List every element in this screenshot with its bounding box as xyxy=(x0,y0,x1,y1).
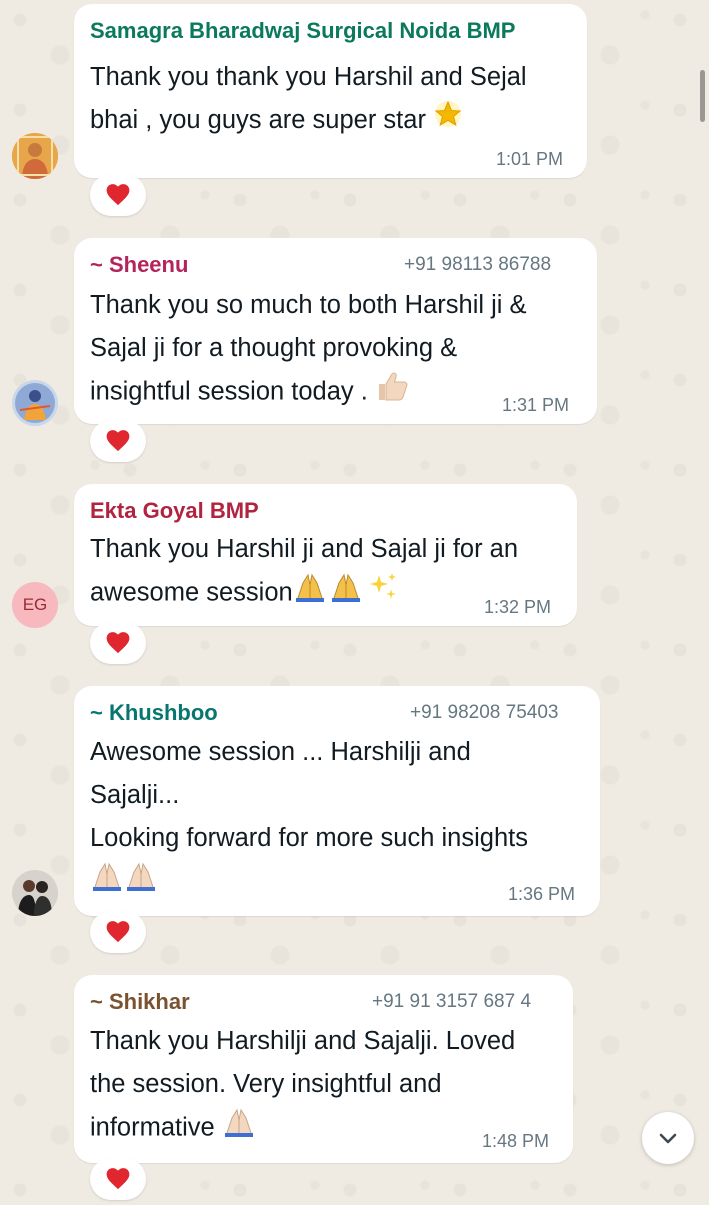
folded-hands-sparkles-icon xyxy=(293,571,403,617)
message-bubble[interactable]: ~ Sheenu +91 98113 86788 Thank you so mu… xyxy=(74,238,597,424)
reaction-badge[interactable] xyxy=(90,911,146,953)
message-line: Thank you Harshilji and Sajalji. Loved xyxy=(90,1027,516,1055)
message-line: Sajalji... xyxy=(90,781,180,809)
message-line: Sajal ji for a thought provoking & xyxy=(90,334,458,362)
message-line: Awesome session ... Harshilji and xyxy=(90,738,471,766)
red-heart-icon xyxy=(106,1168,130,1190)
message-timestamp: 1:48 PM xyxy=(482,1131,550,1151)
red-heart-icon xyxy=(106,430,130,452)
message-line: informative xyxy=(90,1106,258,1152)
folded-hands-icon xyxy=(222,1106,258,1152)
sender-avatar[interactable] xyxy=(12,870,58,916)
sender-phone: +91 98208 75403 xyxy=(410,702,559,723)
folded-hands-icon xyxy=(90,860,160,906)
message-bubble[interactable]: Ekta Goyal BMP Thank you Harshil ji and … xyxy=(74,484,577,626)
message-line: Thank you thank you Harshil and Sejal xyxy=(90,63,527,91)
reaction-badge[interactable] xyxy=(90,622,146,664)
message-bubble[interactable]: ~ Khushboo +91 98208 75403 Awesome sessi… xyxy=(74,686,600,916)
red-heart-icon xyxy=(106,921,130,943)
scroll-to-bottom-button[interactable] xyxy=(642,1112,694,1164)
message-line: Looking forward for more such insights xyxy=(90,824,528,852)
scroll-indicator[interactable] xyxy=(700,70,705,122)
sender-avatar[interactable] xyxy=(12,380,58,426)
sender-phone: +91 91 3157 687 4 xyxy=(372,991,532,1012)
message-timestamp: 1:01 PM xyxy=(496,149,564,169)
message-timestamp: 1:32 PM xyxy=(484,597,552,617)
sender-name[interactable]: ~ Khushboo xyxy=(90,700,218,726)
reaction-badge[interactable] xyxy=(90,174,146,216)
sender-name[interactable]: ~ Shikhar xyxy=(90,989,190,1015)
message-line: awesome session xyxy=(90,571,403,617)
message-line: the session. Very insightful and xyxy=(90,1070,442,1098)
glowing-star-icon xyxy=(433,99,463,143)
red-heart-icon xyxy=(106,632,130,654)
thumbs-up-icon xyxy=(375,370,409,416)
message-line-text: bhai , you guys are super star xyxy=(90,106,426,134)
message-bubble[interactable]: ~ Shikhar +91 91 3157 687 4 Thank you Ha… xyxy=(74,975,573,1163)
message-line xyxy=(90,860,160,906)
sender-phone: +91 98113 86788 xyxy=(404,254,552,275)
chevron-down-icon xyxy=(659,1133,677,1144)
message-line: Thank you so much to both Harshil ji & xyxy=(90,291,527,319)
message-line-text: awesome session xyxy=(90,578,293,607)
sender-avatar[interactable]: EG xyxy=(12,582,58,628)
reaction-badge[interactable] xyxy=(90,1158,146,1200)
message-timestamp: 1:36 PM xyxy=(508,884,576,904)
message-line: insightful session today . xyxy=(90,370,409,416)
message-line-text: informative xyxy=(90,1113,215,1142)
message-line-text: insightful session today . xyxy=(90,377,368,406)
message-timestamp: 1:31 PM xyxy=(502,395,570,415)
sender-name[interactable]: ~ Sheenu xyxy=(90,252,188,278)
sender-name[interactable]: Samagra Bharadwaj Surgical Noida BMP xyxy=(90,18,515,44)
reaction-badge[interactable] xyxy=(90,420,146,462)
sender-avatar[interactable] xyxy=(12,133,58,179)
message-line: Thank you Harshil ji and Sajal ji for an xyxy=(90,535,519,563)
sender-name[interactable]: Ekta Goyal BMP xyxy=(90,498,259,524)
message-line: bhai , you guys are super star xyxy=(90,99,463,143)
message-bubble[interactable]: Samagra Bharadwaj Surgical Noida BMP Tha… xyxy=(74,4,587,178)
red-heart-icon xyxy=(106,184,130,206)
